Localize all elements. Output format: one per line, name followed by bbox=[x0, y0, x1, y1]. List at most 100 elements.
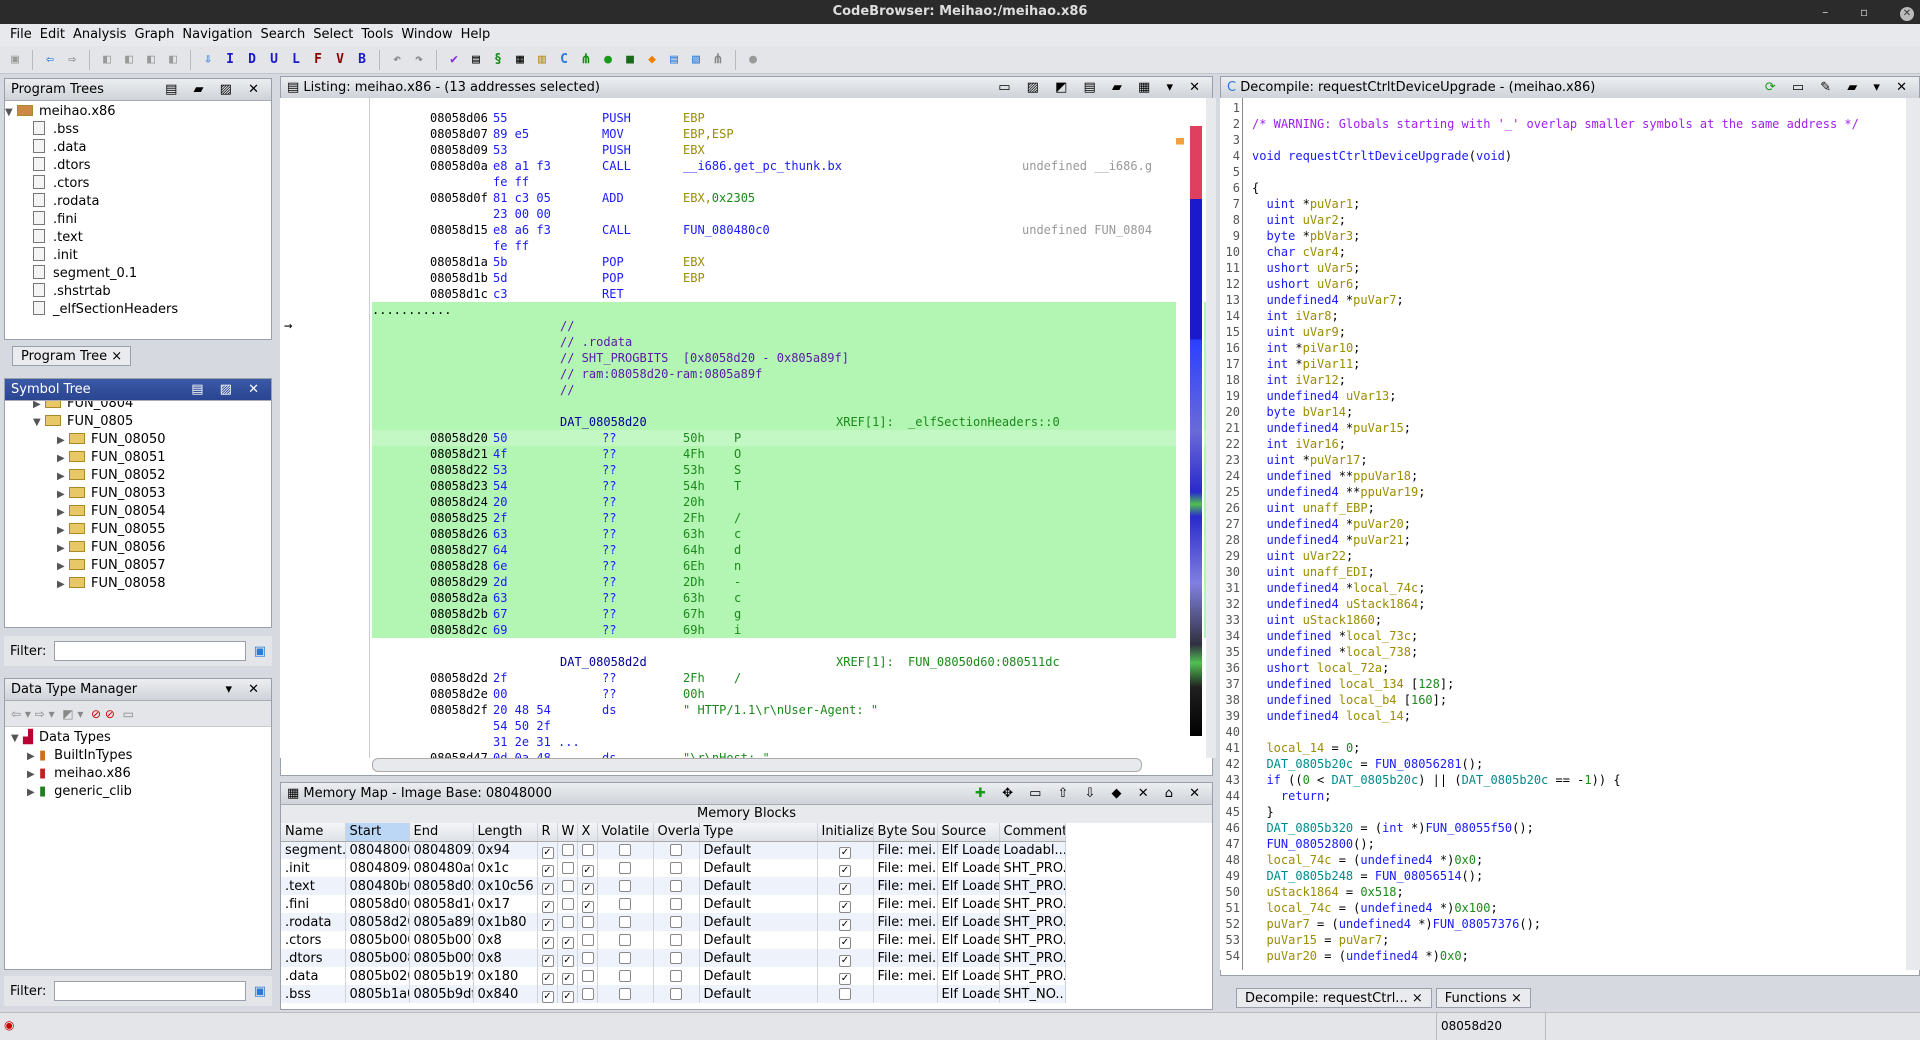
listing-row[interactable]: 08058d26 63?? 63h c bbox=[372, 526, 1171, 542]
checked-checkbox[interactable]: ✓ bbox=[581, 864, 594, 877]
listing-row[interactable]: 08058d23 54?? 54h T bbox=[372, 478, 1171, 494]
window-controls[interactable]: – ▫ ✕ bbox=[1822, 0, 1914, 24]
operand[interactable]: EBX bbox=[683, 142, 705, 158]
check-icon[interactable]: ✔ bbox=[445, 51, 463, 69]
code-line[interactable]: 5 bbox=[1220, 164, 1900, 180]
toolbar-f-button[interactable]: F bbox=[309, 51, 327, 69]
menu-tools[interactable]: Tools bbox=[359, 24, 399, 46]
tree-item[interactable]: ▶ FUN_08055 bbox=[5, 521, 271, 539]
memory-icon[interactable]: ■ bbox=[621, 51, 639, 69]
checkbox-cell[interactable] bbox=[577, 949, 598, 967]
code-line[interactable]: 51 local_74c = (undefined4 *)0x100; bbox=[1220, 900, 1900, 916]
checkbox-cell[interactable]: ✓ bbox=[817, 913, 874, 931]
memory-block-row[interactable]: .fini08058d0608058d1c0x17✓✓Default✓File:… bbox=[281, 895, 1066, 913]
checkbox-cell[interactable] bbox=[597, 877, 654, 895]
checkbox-cell[interactable] bbox=[597, 967, 654, 985]
listing-row[interactable]: // ram:08058d20-ram:0805a89f bbox=[372, 366, 1171, 382]
nav-icon[interactable]: ◧ bbox=[142, 51, 160, 69]
code-line[interactable]: 27 undefined4 *puVar20; bbox=[1220, 516, 1900, 532]
checkbox-cell[interactable] bbox=[817, 985, 874, 1003]
menu-select[interactable]: Select bbox=[311, 24, 359, 46]
listing-row[interactable]: 31 2e 31 ... bbox=[372, 734, 1171, 750]
toolbar-d-button[interactable]: D bbox=[243, 51, 261, 69]
listing-row[interactable]: 08058d07 89 e5 MOV EBP,ESP bbox=[372, 126, 1171, 142]
listing-row[interactable]: 08058d20 50?? 50h P bbox=[372, 430, 1171, 446]
code-line[interactable]: 39 undefined4 local_14; bbox=[1220, 708, 1900, 724]
unchecked-checkbox[interactable] bbox=[561, 915, 574, 928]
listing-hscrollbar[interactable] bbox=[372, 758, 1142, 772]
listing-row[interactable]: 08058d15 e8 a6 f3 CALL FUN_080480c0 undefine… bbox=[372, 222, 1171, 238]
listing-row[interactable]: fe ff bbox=[372, 238, 1171, 254]
checked-checkbox[interactable]: ✓ bbox=[541, 882, 554, 895]
listing-row[interactable]: // bbox=[372, 382, 1171, 398]
listing-row[interactable]: DAT_08058d20 XREF[1]: _elfSectionHeaders::… bbox=[372, 414, 1171, 430]
checked-checkbox[interactable]: ✓ bbox=[561, 954, 574, 967]
menu-window[interactable]: Window bbox=[399, 24, 458, 46]
code-line[interactable]: 9 byte *pbVar3; bbox=[1220, 228, 1900, 244]
listing-row[interactable]: // .rodata bbox=[372, 334, 1171, 350]
checked-checkbox[interactable]: ✓ bbox=[541, 846, 554, 859]
checkbox-cell[interactable] bbox=[597, 949, 654, 967]
checkbox-cell[interactable]: ✓ bbox=[817, 877, 874, 895]
checked-checkbox[interactable]: ✓ bbox=[541, 954, 554, 967]
operand[interactable]: EBP bbox=[683, 110, 705, 126]
column-header-initialized[interactable]: Initialized bbox=[817, 823, 874, 842]
checkbox-cell[interactable]: ✓ bbox=[537, 895, 558, 913]
code-line[interactable]: 8 uint uVar2; bbox=[1220, 212, 1900, 228]
checked-checkbox[interactable]: ✓ bbox=[541, 936, 554, 949]
listing-scrollbar[interactable] bbox=[1206, 98, 1216, 758]
data-label[interactable]: DAT_08058d20 bbox=[560, 414, 647, 430]
unchecked-checkbox[interactable] bbox=[619, 987, 631, 1000]
bytes-icon[interactable]: ▤ bbox=[467, 51, 485, 69]
tree-item[interactable]: .shstrtab bbox=[5, 283, 271, 301]
tree-item[interactable]: ▶ ▮ generic_clib bbox=[5, 783, 271, 801]
listing-row[interactable]: fe ff bbox=[372, 174, 1171, 190]
checked-checkbox[interactable]: ✓ bbox=[839, 972, 851, 985]
down-arrow-icon[interactable]: ⇩ bbox=[199, 51, 217, 69]
unchecked-checkbox[interactable] bbox=[619, 915, 631, 928]
listing-row[interactable]: 08058d09 53 PUSH EBX bbox=[372, 142, 1171, 158]
listing-row[interactable]: 08058d47 0d 0a 48 ds "\r\nHost: " bbox=[372, 750, 1171, 758]
code-line[interactable]: 13 undefined4 *puVar7; bbox=[1220, 292, 1900, 308]
code-line[interactable]: 45 } bbox=[1220, 804, 1900, 820]
tree-item[interactable]: ▶ FUN_08053 bbox=[5, 485, 271, 503]
checked-checkbox[interactable]: ✓ bbox=[839, 864, 851, 877]
checkbox-cell[interactable] bbox=[557, 859, 578, 877]
tab-functions[interactable]: Functions × bbox=[1435, 988, 1531, 1008]
checked-checkbox[interactable]: ✓ bbox=[839, 846, 851, 859]
operand[interactable]: EBP bbox=[683, 270, 705, 286]
memory-block-row[interactable]: .dtors0805b0080805b00f0x8✓✓Default✓File:… bbox=[281, 949, 1066, 967]
export-icon[interactable]: ▧ bbox=[687, 51, 705, 69]
code-line[interactable]: 21 undefined4 *puVar15; bbox=[1220, 420, 1900, 436]
unchecked-checkbox[interactable] bbox=[670, 987, 682, 1000]
menu-navigation[interactable]: Navigation bbox=[180, 24, 258, 46]
memory-block-row[interactable]: .ctors0805b0000805b0070x8✓✓Default✓File:… bbox=[281, 931, 1066, 949]
listing-row[interactable]: 08058d28 6e?? 6Eh n bbox=[372, 558, 1171, 574]
tree-icon[interactable]: ⋔ bbox=[709, 51, 727, 69]
listing-row[interactable]: 08058d0f 81 c3 05 ADD EBX, 0x2305 bbox=[372, 190, 1171, 206]
diamond-icon[interactable]: ◆ bbox=[643, 51, 661, 69]
listing-icon[interactable]: ▦ bbox=[511, 51, 529, 69]
unchecked-checkbox[interactable] bbox=[670, 879, 682, 892]
toolbar-l-button[interactable]: L bbox=[287, 51, 305, 69]
code-line[interactable]: 37 undefined local_134 [128]; bbox=[1220, 676, 1900, 692]
code-line[interactable]: 20 byte bVar14; bbox=[1220, 404, 1900, 420]
listing-row[interactable]: 23 00 00 bbox=[372, 206, 1171, 222]
checkbox-cell[interactable] bbox=[597, 895, 654, 913]
back-arrow-icon[interactable]: ⇦ bbox=[41, 51, 59, 69]
checkbox-cell[interactable] bbox=[557, 913, 578, 931]
code-line[interactable]: 18 int iVar12; bbox=[1220, 372, 1900, 388]
checked-checkbox[interactable]: ✓ bbox=[839, 900, 851, 913]
listing-row[interactable]: 08058d1c c3 RET bbox=[372, 286, 1171, 302]
checkbox-cell[interactable] bbox=[653, 967, 700, 985]
listing-row[interactable]: 08058d0a e8 a1 f3 CALL __i686.get_pc_thunk.… bbox=[372, 158, 1171, 174]
code-line[interactable]: 22 int iVar16; bbox=[1220, 436, 1900, 452]
operand[interactable]: __i686.get_pc_thunk.bx bbox=[683, 158, 842, 174]
code-line[interactable]: 43 if ((0 < DAT_0805b20c) || (DAT_0805b2… bbox=[1220, 772, 1900, 788]
checkbox-cell[interactable] bbox=[597, 859, 654, 877]
code-line[interactable]: 34 undefined *local_73c; bbox=[1220, 628, 1900, 644]
panel-buttons[interactable]: ▭ ▨ ◩ ▤ ▰ ▦ ▾ ✕ bbox=[998, 77, 1206, 99]
checkbox-cell[interactable] bbox=[597, 913, 654, 931]
menu-file[interactable]: File bbox=[8, 24, 38, 46]
unchecked-checkbox[interactable] bbox=[670, 861, 682, 874]
